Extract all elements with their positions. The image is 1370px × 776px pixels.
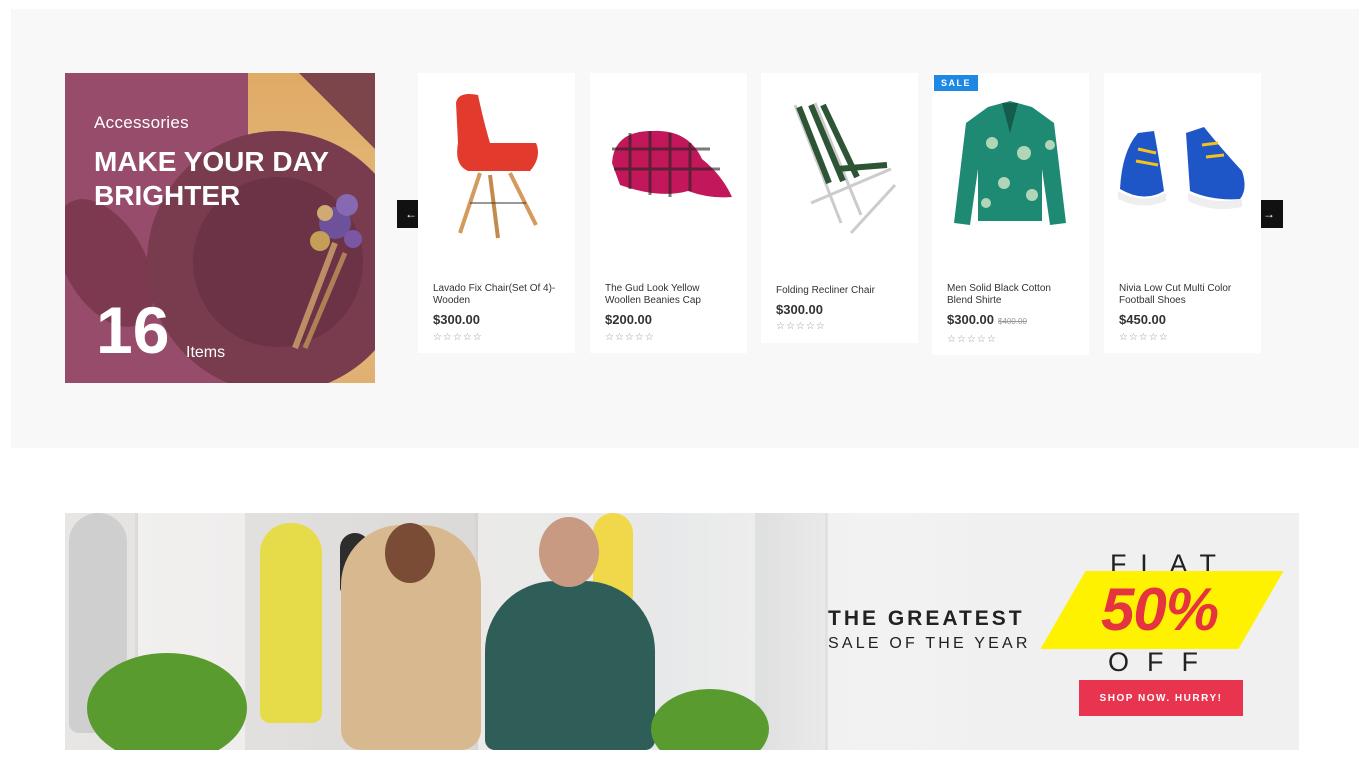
- banner-subline: SALE OF THE YEAR: [828, 635, 1031, 652]
- product-image-chair[interactable]: [418, 73, 575, 273]
- product-name[interactable]: The Gud Look Yellow Woollen Beanies Cap: [605, 283, 737, 307]
- rating-stars-icon: ☆☆☆☆☆: [947, 334, 997, 345]
- off-label: OFF: [1108, 647, 1216, 677]
- rating-stars-icon: ☆☆☆☆☆: [776, 321, 826, 332]
- product-name[interactable]: Nivia Low Cut Multi Color Football Shoes: [1119, 283, 1251, 307]
- product-name[interactable]: Folding Recliner Chair: [776, 285, 908, 297]
- woman-hair-image: [385, 523, 435, 583]
- banner-fade: [765, 513, 1065, 750]
- product-card[interactable]: The Gud Look Yellow Woollen Beanies Cap …: [590, 73, 747, 353]
- arrow-right-icon: →: [1263, 207, 1275, 221]
- promo-title: MAKE YOUR DAY BRIGHTER: [94, 146, 329, 211]
- product-price: $200.00: [605, 312, 652, 327]
- discount-percent: 50%: [1101, 576, 1219, 643]
- product-image-cap[interactable]: [590, 73, 747, 273]
- product-card[interactable]: Lavado Fix Chair(Set Of 4)- Wooden $300.…: [418, 73, 575, 353]
- product-card[interactable]: SALE Men Solid Black Cotton Blend Shirte…: [932, 73, 1089, 355]
- product-price: $300.00 $400.00: [947, 312, 1027, 327]
- product-price: $300.00: [776, 302, 823, 317]
- sale-price: $300.00: [947, 312, 994, 327]
- promo-item-count: 16: [96, 293, 170, 367]
- shop-now-button[interactable]: SHOP NOW. HURRY!: [1079, 680, 1243, 716]
- man-face-image: [539, 517, 599, 587]
- rating-stars-icon: ☆☆☆☆☆: [433, 332, 483, 343]
- product-price: $450.00: [1119, 312, 1166, 327]
- rating-stars-icon: ☆☆☆☆☆: [605, 332, 655, 343]
- product-image-shirt[interactable]: [932, 73, 1089, 273]
- promo-category-label: Accessories: [94, 113, 189, 132]
- product-name[interactable]: Men Solid Black Cotton Blend Shirte: [947, 283, 1079, 307]
- product-price: $300.00: [433, 312, 480, 327]
- product-card[interactable]: Folding Recliner Chair $300.00 ☆☆☆☆☆: [761, 73, 918, 343]
- original-price: $400.00: [998, 317, 1027, 326]
- arrow-left-icon: ←: [405, 207, 417, 221]
- mannequin-image: [260, 523, 322, 723]
- rating-stars-icon: ☆☆☆☆☆: [1119, 332, 1169, 343]
- banner-headline: THE GREATEST: [828, 607, 1025, 630]
- sale-badge: SALE: [934, 75, 979, 91]
- sale-banner[interactable]: THE GREATEST SALE OF THE YEAR FLAT 50% O…: [65, 513, 1299, 750]
- category-promo-tile[interactable]: Accessories MAKE YOUR DAY BRIGHTER 16 It…: [65, 73, 375, 383]
- man-image: [485, 581, 655, 750]
- promo-item-count-label: Items: [186, 344, 226, 361]
- product-image-folding-chair[interactable]: [761, 73, 918, 273]
- product-image-shoes[interactable]: [1104, 73, 1261, 273]
- product-name[interactable]: Lavado Fix Chair(Set Of 4)- Wooden: [433, 283, 565, 307]
- product-card[interactable]: Nivia Low Cut Multi Color Football Shoes…: [1104, 73, 1261, 353]
